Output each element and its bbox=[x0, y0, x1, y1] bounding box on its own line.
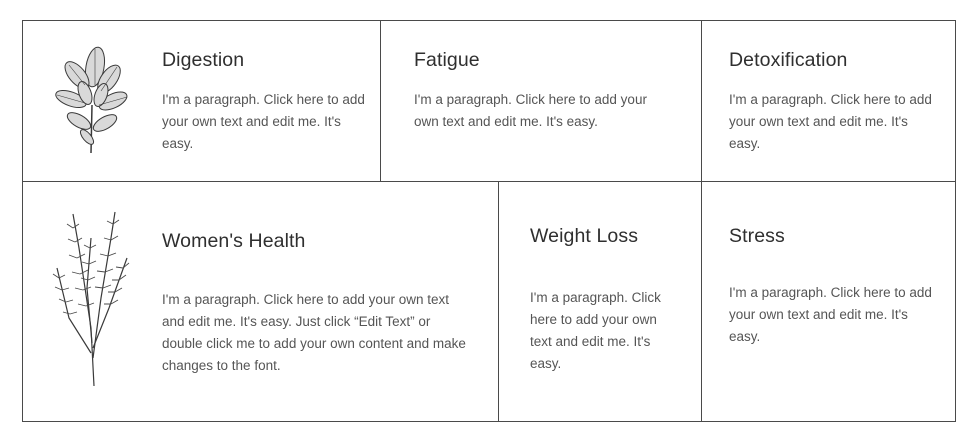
card-paragraph: I'm a paragraph. Click here to add your … bbox=[729, 92, 932, 151]
card-title: Women's Health bbox=[162, 230, 306, 252]
card-detoxification: Detoxification I'm a paragraph. Click he… bbox=[701, 20, 956, 182]
card-paragraph: I'm a paragraph. Click here to add your … bbox=[162, 292, 466, 373]
services-grid: Digestion I'm a paragraph. Click here to… bbox=[22, 20, 956, 422]
rosemary-sprig-illustration bbox=[52, 211, 130, 387]
card-title: Weight Loss bbox=[530, 225, 639, 247]
card-stress: Stress I'm a paragraph. Click here to ad… bbox=[701, 181, 956, 422]
card-title: Fatigue bbox=[414, 49, 480, 71]
card-title: Detoxification bbox=[729, 49, 848, 71]
card-paragraph: I'm a paragraph. Click here to add your … bbox=[414, 92, 647, 129]
card-paragraph: I'm a paragraph. Click here to add your … bbox=[530, 290, 661, 371]
card-title: Digestion bbox=[162, 49, 245, 71]
card-digestion: Digestion I'm a paragraph. Click here to… bbox=[22, 20, 381, 182]
card-womens-health: Women's Health I'm a paragraph. Click he… bbox=[22, 181, 499, 422]
card-paragraph: I'm a paragraph. Click here to add your … bbox=[162, 92, 365, 151]
card-weight-loss: Weight Loss I'm a paragraph. Click here … bbox=[498, 181, 702, 422]
sage-leaves-illustration bbox=[55, 46, 128, 154]
card-paragraph: I'm a paragraph. Click here to add your … bbox=[729, 285, 932, 344]
card-fatigue: Fatigue I'm a paragraph. Click here to a… bbox=[380, 20, 702, 182]
card-title: Stress bbox=[729, 225, 785, 247]
